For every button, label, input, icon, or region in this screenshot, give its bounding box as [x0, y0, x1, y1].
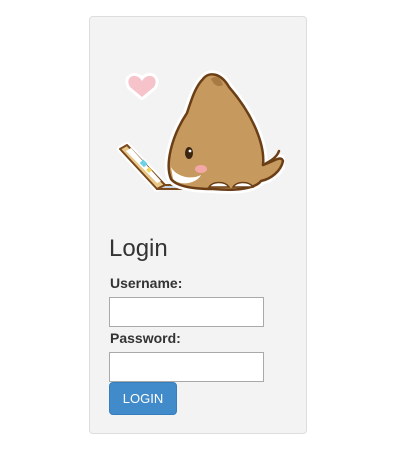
mascot-illustration: [117, 70, 285, 194]
password-input[interactable]: [109, 352, 264, 382]
username-label: Username:: [110, 275, 183, 291]
dog-icon: [164, 70, 285, 194]
login-button[interactable]: LOGIN: [109, 382, 177, 415]
heart-icon: [125, 72, 159, 100]
login-title: Login: [109, 235, 168, 262]
password-label: Password:: [110, 330, 181, 346]
login-card: Login Username: Password: LOGIN: [89, 16, 307, 434]
username-input[interactable]: [109, 297, 264, 327]
